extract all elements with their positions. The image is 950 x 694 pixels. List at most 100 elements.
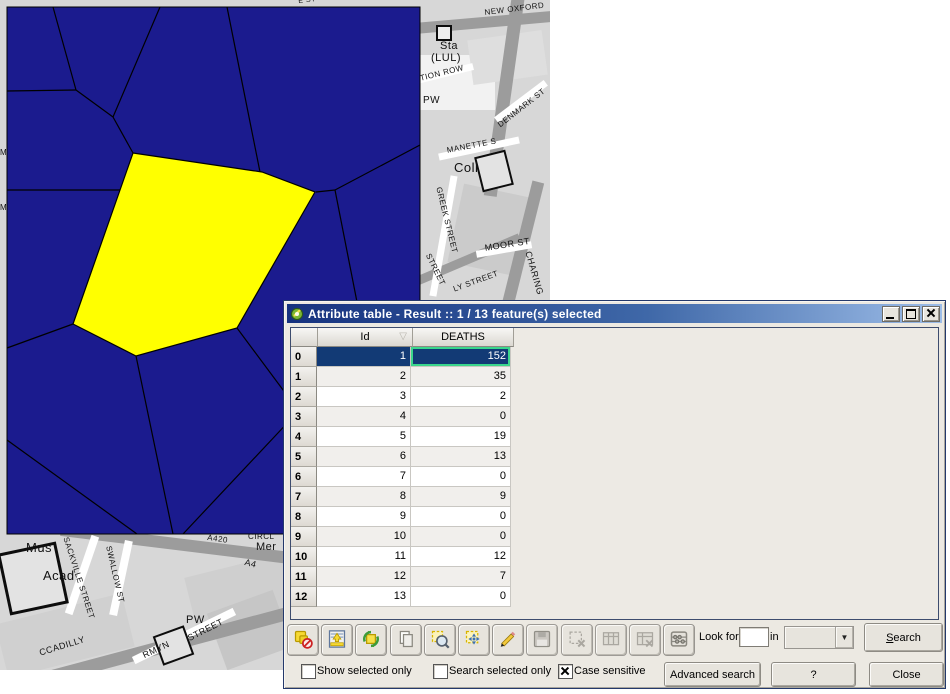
zoom-to-selection-icon — [430, 629, 450, 652]
cell-deaths[interactable]: 2 — [411, 387, 511, 407]
row-header-cell[interactable]: 6 — [291, 467, 317, 487]
cell-id[interactable]: 2 — [317, 367, 411, 387]
delete-column-icon — [635, 629, 655, 652]
row-header-cell[interactable]: 8 — [291, 507, 317, 527]
row-header-cell[interactable]: 2 — [291, 387, 317, 407]
cell-id[interactable]: 8 — [317, 487, 411, 507]
close-button[interactable]: Close — [869, 662, 944, 687]
help-button[interactable]: ? — [771, 662, 856, 687]
row-header-cell[interactable]: 1 — [291, 367, 317, 387]
cell-deaths[interactable]: 19 — [411, 427, 511, 447]
table-row[interactable]: 789 — [291, 487, 938, 507]
checkbox-label[interactable]: Case sensitive — [574, 665, 646, 677]
checkbox-label[interactable]: Search selected only — [449, 665, 551, 677]
cell-id[interactable]: 5 — [317, 427, 411, 447]
move-selection-to-top-button[interactable] — [321, 624, 353, 656]
cell-id[interactable]: 11 — [317, 547, 411, 567]
search-button[interactable]: Search — [864, 623, 943, 652]
advanced-search-button[interactable]: Advanced search — [664, 662, 761, 687]
cell-id[interactable]: 13 — [317, 587, 411, 607]
cell-deaths[interactable]: 0 — [411, 407, 511, 427]
qgis-icon — [290, 307, 304, 321]
cell-id[interactable]: 9 — [317, 507, 411, 527]
column-header-id-label: Id — [360, 331, 369, 343]
cell-deaths[interactable]: 0 — [411, 467, 511, 487]
cell-id[interactable]: 7 — [317, 467, 411, 487]
minimize-button[interactable] — [882, 306, 900, 322]
row-header-cell[interactable]: 3 — [291, 407, 317, 427]
chevron-down-icon[interactable]: ▼ — [835, 627, 853, 648]
cell-deaths[interactable]: 35 — [411, 367, 511, 387]
unselect-all-icon — [293, 629, 313, 652]
attribute-table[interactable]: Id ▽ DEATHS 0115212352323404519561367078… — [290, 327, 939, 620]
table-row[interactable]: 1235 — [291, 367, 938, 387]
look-for-input[interactable] — [739, 627, 769, 647]
look-for-label: Look for — [699, 631, 739, 643]
cell-deaths[interactable]: 0 — [411, 587, 511, 607]
cell-deaths[interactable]: 152 — [411, 347, 511, 367]
row-header-cell[interactable]: 7 — [291, 487, 317, 507]
delete-selected-icon — [567, 629, 587, 652]
table-row[interactable]: 12130 — [291, 587, 938, 607]
close-window-button[interactable] — [922, 306, 940, 322]
column-header-id[interactable]: Id ▽ — [318, 328, 413, 347]
row-header-cell[interactable]: 4 — [291, 427, 317, 447]
table-row[interactable]: 4519 — [291, 427, 938, 447]
row-header-cell[interactable]: 5 — [291, 447, 317, 467]
delete-selected-button — [561, 624, 593, 656]
checkbox-case-sensitive[interactable] — [558, 664, 573, 679]
in-column-select[interactable]: ▼ — [784, 626, 854, 649]
screen: E STNEW OXFORDSta(LUL)TION ROWPWDENMARK … — [0, 0, 950, 694]
checkbox-label[interactable]: Show selected only — [317, 665, 412, 677]
row-header-cell[interactable]: 0 — [291, 347, 317, 367]
unselect-all-button[interactable] — [287, 624, 319, 656]
checkbox-show-selected-only[interactable] — [301, 664, 316, 679]
table-row[interactable]: 101112 — [291, 547, 938, 567]
copy-selected-rows-button[interactable] — [390, 624, 422, 656]
table-row[interactable]: 9100 — [291, 527, 938, 547]
field-calculator-button[interactable] — [663, 624, 695, 656]
cell-deaths[interactable]: 12 — [411, 547, 511, 567]
dialog-titlebar[interactable]: Attribute table - Result :: 1 / 13 featu… — [287, 304, 942, 323]
cell-id[interactable]: 10 — [317, 527, 411, 547]
checkbox-search-selected-only[interactable] — [433, 664, 448, 679]
maximize-button[interactable] — [902, 306, 920, 322]
cell-deaths[interactable]: 0 — [411, 527, 511, 547]
help-button-label: ? — [810, 669, 816, 681]
cell-deaths[interactable]: 13 — [411, 447, 511, 467]
cell-id[interactable]: 6 — [317, 447, 411, 467]
table-row[interactable]: 890 — [291, 507, 938, 527]
table-row[interactable]: 5613 — [291, 447, 938, 467]
pan-to-selection-button[interactable] — [458, 624, 490, 656]
field-calculator-icon — [669, 629, 689, 652]
cell-deaths[interactable]: 7 — [411, 567, 511, 587]
invert-selection-button[interactable] — [355, 624, 387, 656]
delete-column-button — [629, 624, 661, 656]
row-header-cell[interactable]: 10 — [291, 547, 317, 567]
table-row[interactable]: 11127 — [291, 567, 938, 587]
row-header-cell[interactable]: 12 — [291, 587, 317, 607]
maximize-icon — [906, 309, 916, 319]
dialog-title: Attribute table - Result :: 1 / 13 featu… — [308, 307, 602, 321]
zoom-to-selection-button[interactable] — [424, 624, 456, 656]
save-edits-button — [526, 624, 558, 656]
cell-deaths[interactable]: 9 — [411, 487, 511, 507]
table-row[interactable]: 670 — [291, 467, 938, 487]
cell-id[interactable]: 4 — [317, 407, 411, 427]
minimize-icon — [886, 317, 894, 319]
table-row[interactable]: 340 — [291, 407, 938, 427]
table-row[interactable]: 232 — [291, 387, 938, 407]
row-header-cell[interactable]: 9 — [291, 527, 317, 547]
column-header-deaths[interactable]: DEATHS — [413, 328, 514, 347]
row-header-cell[interactable]: 11 — [291, 567, 317, 587]
cell-id[interactable]: 1 — [317, 347, 411, 367]
toggle-editing-button[interactable] — [492, 624, 524, 656]
cell-id[interactable]: 3 — [317, 387, 411, 407]
corner-header-cell[interactable] — [291, 328, 318, 347]
table-row[interactable]: 01152 — [291, 347, 938, 367]
cell-deaths[interactable]: 0 — [411, 507, 511, 527]
copy-selected-rows-icon — [396, 629, 416, 652]
new-column-icon — [601, 629, 621, 652]
cell-id[interactable]: 12 — [317, 567, 411, 587]
new-column-button — [595, 624, 627, 656]
